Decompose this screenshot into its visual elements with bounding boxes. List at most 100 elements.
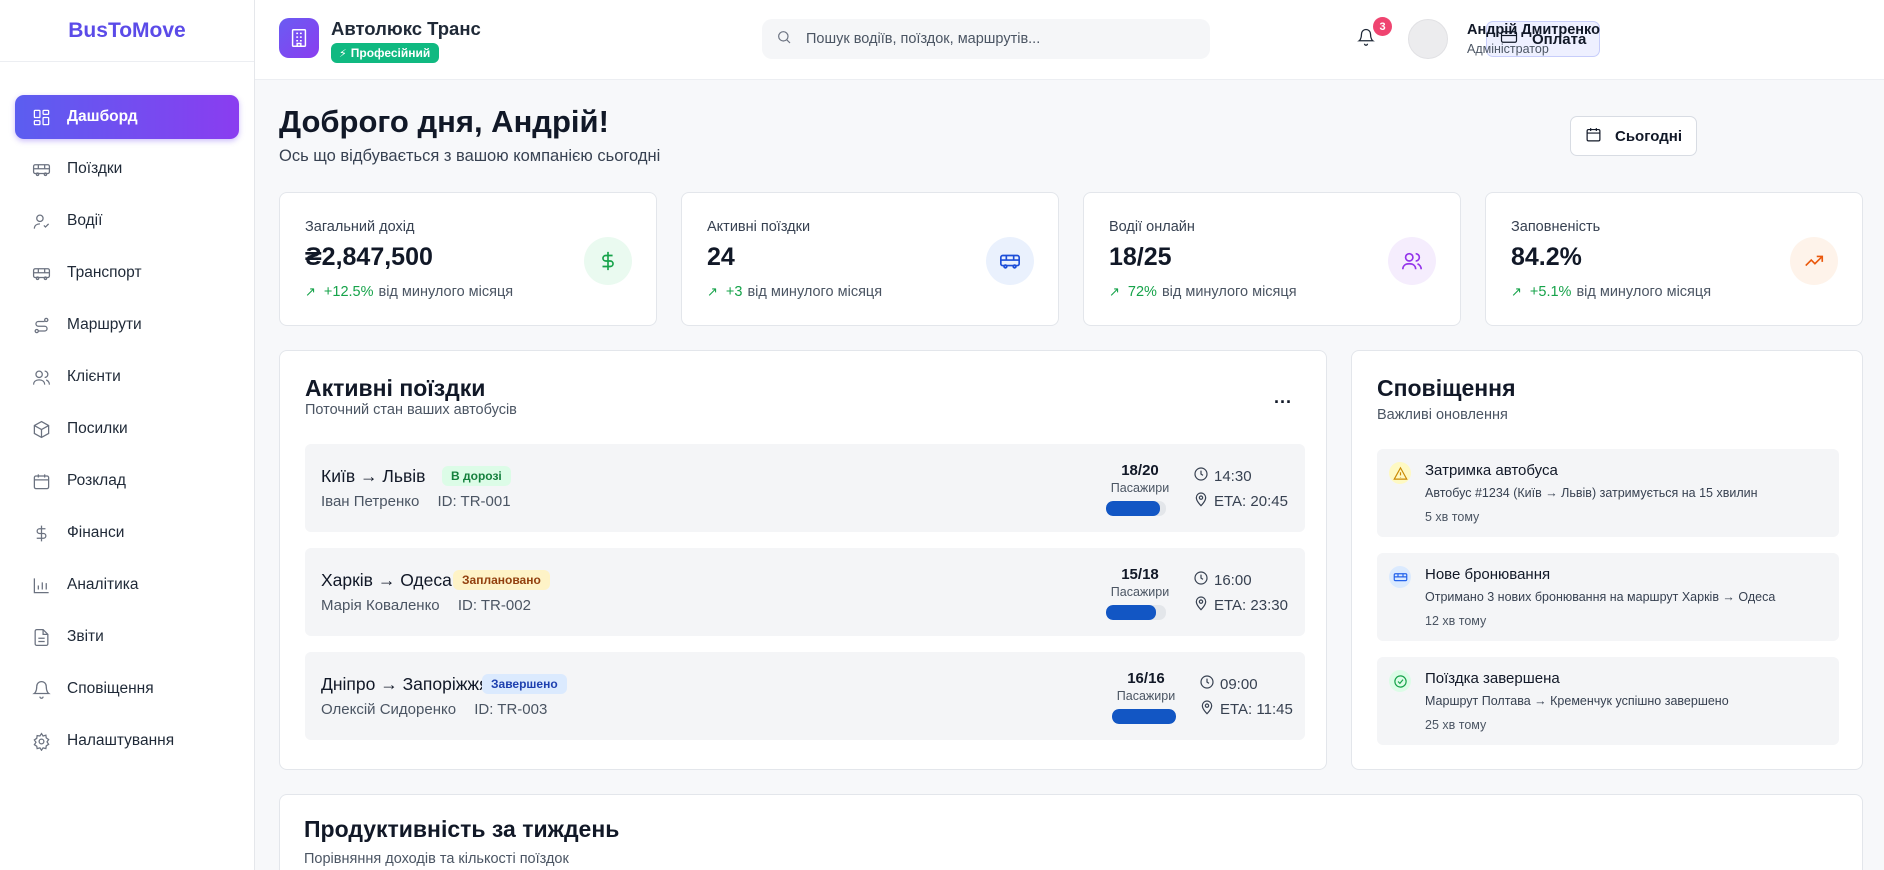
trip-row[interactable]: Київ → Львів В дорозі Іван Петренко ID: …: [305, 444, 1305, 532]
notification-item[interactable]: Затримка автобуса Автобус #1234 (Київ → …: [1377, 449, 1839, 537]
user-name[interactable]: Андрій Дмитренко: [1467, 22, 1600, 38]
stat-delta: 72%: [1127, 284, 1157, 300]
sidebar-item-analytics[interactable]: Аналітика: [15, 563, 239, 607]
stat-card-active-trips: Активні поїздки 24 ↗ +3 від минулого міс…: [681, 192, 1059, 326]
status-badge: В дорозі: [442, 466, 511, 486]
calendar-icon: [1585, 126, 1615, 147]
occupancy-bar: [1106, 605, 1166, 620]
dollar-icon: [584, 237, 632, 285]
passenger-count: 18/20 Пасажири: [1108, 462, 1172, 495]
occupancy-bar: [1106, 501, 1166, 516]
trip-meta: Олексій Сидоренко ID: TR-003: [321, 701, 561, 718]
sidebar-item-routes[interactable]: Маршрути: [15, 303, 239, 347]
sidebar-item-notifications[interactable]: Сповіщення: [15, 667, 239, 711]
notification-item[interactable]: Нове бронювання Отримано 3 нових бронюва…: [1377, 553, 1839, 641]
sidebar-item-label: Звіти: [67, 628, 104, 645]
more-options-button[interactable]: ...: [1274, 387, 1292, 408]
sidebar-item-finance[interactable]: Фінанси: [15, 511, 239, 555]
trip-id: ID: TR-003: [474, 701, 548, 718]
departure-time: 16:00: [1193, 570, 1252, 590]
sidebar-item-reports[interactable]: Звіти: [15, 615, 239, 659]
clock-icon: [1199, 674, 1220, 694]
passenger-count: 15/18 Пасажири: [1108, 566, 1172, 599]
date-filter-button[interactable]: Сьогодні: [1570, 116, 1697, 156]
plan-label: Професійний: [350, 46, 431, 60]
stat-label: Активні поїздки: [707, 219, 811, 235]
bus-icon: [1389, 566, 1411, 588]
sidebar-item-transport[interactable]: Транспорт: [15, 251, 239, 295]
stat-label: Заповненість: [1511, 219, 1601, 235]
trip-row[interactable]: Дніпро → Запоріжжя Завершено Олексій Сид…: [305, 652, 1305, 740]
avatar[interactable]: [1408, 19, 1448, 59]
sidebar-item-dashboard[interactable]: Дашборд: [15, 95, 239, 139]
trip-row[interactable]: Харків → Одеса Заплановано Марія Ковален…: [305, 548, 1305, 636]
stat-value: 24: [707, 243, 735, 271]
occupancy-bar-fill: [1106, 605, 1156, 620]
stat-change: ↗ +12.5% від минулого місяця: [305, 284, 513, 300]
search-bar: [762, 19, 1210, 59]
trip-id: ID: TR-001: [437, 493, 511, 510]
active-trips-panel: Активні поїздки Поточний стан ваших авто…: [279, 350, 1327, 770]
notification-item[interactable]: Поїздка завершена Маршрут Полтава → Крем…: [1377, 657, 1839, 745]
search-input[interactable]: [806, 31, 1196, 47]
stat-delta: +5.1%: [1529, 284, 1572, 300]
departure-time: 14:30: [1193, 466, 1252, 486]
brand-logo[interactable]: BusToMove: [0, 0, 254, 62]
trip-route: Київ → Львів: [321, 466, 426, 486]
panel-subtitle: Поточний стан ваших автобусів: [305, 402, 517, 418]
stat-suffix: від минулого місяця: [747, 284, 883, 300]
trip-id: ID: TR-002: [457, 597, 531, 614]
page-subtitle: Ось що відбувається з вашою компанією сь…: [279, 147, 661, 165]
passenger-label: Пасажири: [1116, 689, 1176, 703]
arrow-up-right-icon: ↗: [707, 284, 718, 299]
warning-icon: [1389, 462, 1411, 484]
sidebar: BusToMove Дашборд Поїздки Водії Транспор…: [0, 0, 255, 870]
sidebar-item-schedule[interactable]: Розклад: [15, 459, 239, 503]
driver-name: Марія Коваленко: [321, 597, 440, 614]
stat-suffix: від минулого місяця: [1161, 284, 1297, 300]
passenger-value: 18/20: [1121, 462, 1159, 479]
users-icon: [1388, 237, 1436, 285]
departure-time: 09:00: [1199, 674, 1258, 694]
page-title: Доброго дня, Андрій!: [279, 104, 609, 139]
date-filter-label: Сьогодні: [1615, 127, 1682, 145]
notification-text: Отримано 3 нових бронювання на маршрут Х…: [1425, 590, 1776, 604]
sidebar-item-drivers[interactable]: Водії: [15, 199, 239, 243]
bus-icon: [31, 263, 51, 283]
notification-title: Поїздка завершена: [1425, 670, 1560, 687]
status-badge: Заплановано: [453, 570, 550, 590]
panel-title: Активні поїздки: [305, 375, 486, 401]
stat-change: ↗ 72% від минулого місяця: [1109, 284, 1297, 300]
trip-meta: Іван Петренко ID: TR-001: [321, 493, 525, 510]
map-pin-icon: [1199, 699, 1220, 719]
notification-time: 5 хв тому: [1425, 510, 1480, 524]
sidebar-item-settings[interactable]: Налаштування: [15, 719, 239, 763]
sidebar-item-label: Аналітика: [67, 576, 139, 593]
users-icon: [31, 367, 51, 387]
stat-suffix: від минулого місяця: [1576, 284, 1712, 300]
search-icon: [776, 29, 792, 50]
sidebar-item-label: Дашборд: [67, 108, 138, 125]
lightning-icon: ⚡: [339, 47, 347, 60]
sidebar-item-label: Налаштування: [67, 732, 175, 749]
building-icon: [279, 18, 319, 58]
sidebar-item-label: Фінанси: [67, 524, 125, 541]
eta-value: ETA: 11:45: [1220, 700, 1293, 718]
passenger-label: Пасажири: [1110, 585, 1170, 599]
departure-time-value: 14:30: [1214, 467, 1252, 485]
status-badge: Завершено: [482, 674, 567, 694]
eta: ETA: 20:45: [1193, 491, 1288, 511]
passenger-count: 16/16 Пасажири: [1114, 670, 1178, 703]
stat-change: ↗ +3 від минулого місяця: [707, 284, 882, 300]
departure-time-value: 16:00: [1214, 571, 1252, 589]
sidebar-item-clients[interactable]: Клієнти: [15, 355, 239, 399]
stat-suffix: від минулого місяця: [378, 284, 514, 300]
notification-title: Нове бронювання: [1425, 566, 1551, 583]
arrow-up-right-icon: ↗: [1511, 284, 1522, 299]
sidebar-item-parcels[interactable]: Посилки: [15, 407, 239, 451]
stat-label: Загальний дохід: [305, 219, 415, 235]
eta-value: ETA: 23:30: [1214, 596, 1288, 614]
dollar-icon: [31, 523, 51, 543]
sidebar-item-trips[interactable]: Поїздки: [15, 147, 239, 191]
panel-subtitle: Важливі оновлення: [1377, 407, 1508, 423]
